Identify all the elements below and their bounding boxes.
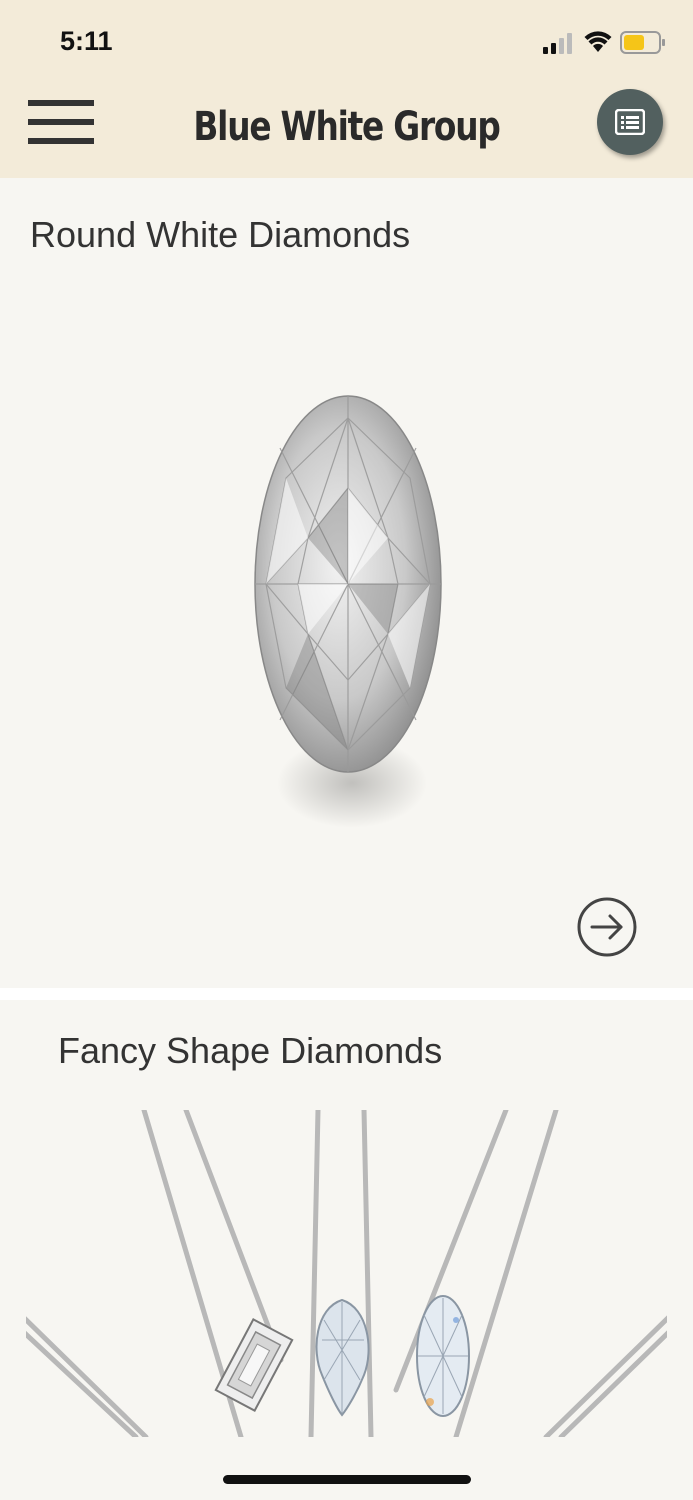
status-bar: 5:11 bbox=[0, 0, 693, 88]
content-area: Round White Diamonds Fancy Shape Diamond… bbox=[0, 178, 693, 1500]
tweezers-diamonds-image bbox=[26, 1110, 667, 1437]
list-icon bbox=[615, 109, 645, 135]
list-button[interactable] bbox=[597, 89, 663, 155]
arrow-right-circle-icon[interactable] bbox=[576, 896, 638, 958]
app-header: Blue White Group bbox=[0, 88, 693, 178]
card-title: Round White Diamonds bbox=[30, 214, 411, 255]
wifi-icon bbox=[584, 31, 612, 52]
status-time: 5:11 bbox=[60, 26, 113, 56]
home-indicator bbox=[223, 1475, 471, 1484]
app-title: Blue White Group bbox=[193, 104, 500, 150]
cellular-signal-icon bbox=[543, 33, 572, 54]
card-title: Fancy Shape Diamonds bbox=[58, 1030, 443, 1071]
card-divider bbox=[0, 988, 693, 1000]
battery-icon bbox=[620, 31, 665, 54]
round-white-diamonds-card[interactable]: Round White Diamonds bbox=[0, 178, 693, 988]
fancy-shape-diamonds-card[interactable]: Fancy Shape Diamonds bbox=[26, 1000, 667, 1437]
round-diamond-image bbox=[254, 395, 442, 828]
